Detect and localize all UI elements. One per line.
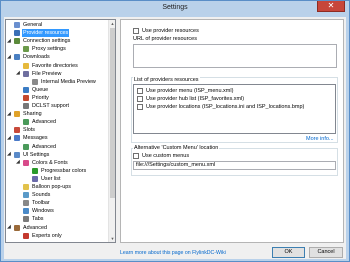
tree-item-label: Downloads — [23, 54, 50, 61]
connection-icon — [14, 38, 20, 45]
tree-item-label: Messages — [23, 135, 48, 142]
window-title: Settings — [162, 4, 188, 11]
scroll-up-icon[interactable]: ▲ — [109, 20, 115, 27]
custom-menu-path-input[interactable]: file:///Settings/custom_menu.xml — [133, 161, 336, 170]
tools-icon — [14, 224, 20, 231]
palette-icon — [23, 159, 29, 166]
provider-icon — [14, 30, 20, 37]
tree-expander-icon[interactable]: ◢ — [7, 225, 12, 230]
list-item: Use provider hub list (ISP_favorites.xml… — [146, 96, 245, 102]
download-icon — [14, 54, 20, 61]
general-icon — [14, 22, 20, 28]
tree-item-label: Windows — [32, 208, 54, 215]
tree-expander-icon[interactable]: ◢ — [16, 71, 21, 76]
priority-icon — [23, 94, 29, 101]
proxy-icon — [23, 46, 29, 53]
tree-item-label: Advanced — [32, 143, 56, 150]
ok-button[interactable]: OK — [272, 247, 305, 258]
tree-item-label: Advanced — [32, 119, 56, 126]
tree-expander-icon[interactable]: ◢ — [7, 135, 12, 141]
experts-icon — [23, 232, 29, 239]
queue-icon — [23, 86, 29, 93]
tree-item-label: Advanced — [23, 224, 47, 231]
tree-item-label: Internal Media Preview — [41, 78, 96, 85]
tree-item-label: Sounds — [32, 192, 51, 199]
providers-list[interactable]: Use provider menu (ISP_menu.xml) Use pro… — [133, 84, 336, 134]
slots-icon — [14, 127, 20, 134]
tree-expander-icon[interactable]: ◢ — [7, 111, 12, 117]
close-button[interactable]: ✕ — [317, 1, 345, 12]
advanced-icon — [23, 143, 29, 150]
userlist-icon — [32, 175, 38, 182]
sharing-icon — [14, 111, 20, 118]
sound-icon — [23, 192, 29, 199]
tree-item-label: Balloon pop-ups — [32, 184, 71, 190]
url-label: URL of provider resources — [133, 36, 197, 42]
folder-star-icon — [23, 62, 29, 69]
wiki-help-link[interactable]: Learn more about this page on FlylinkDC-… — [120, 250, 226, 256]
tree-item-label: Priority — [32, 94, 49, 101]
providers-group-label: List of providers resources — [133, 77, 200, 83]
title-bar[interactable]: Settings ✕ — [1, 1, 349, 17]
dialog-footer: Learn more about this page on FlylinkDC-… — [4, 245, 346, 259]
advanced-icon — [23, 119, 29, 126]
custom-menu-group-label: Alternative 'Custom Menu' location — [133, 145, 220, 151]
url-input[interactable] — [133, 44, 337, 68]
tree-expander-icon[interactable]: ◢ — [16, 160, 21, 165]
tree-item-label: Queue — [32, 86, 49, 93]
tree-item-label: Proxy settings — [32, 46, 66, 53]
tree-item-label: Tabs — [32, 216, 44, 223]
tree-item-label: DCLST support — [32, 103, 70, 109]
tree-item-label: User list — [41, 175, 61, 182]
list-item: Use provider menu (ISP_menu.xml) — [146, 88, 234, 94]
tree-expander-icon[interactable]: ◢ — [7, 54, 12, 60]
client-area: General Provider resources ◢ Connection set… — [4, 17, 346, 259]
use-provider-label: Use provider resources — [142, 28, 199, 34]
provider-menu-checkbox[interactable] — [137, 88, 143, 94]
use-custom-menus-label: Use custom menus — [142, 153, 190, 159]
scroll-thumb[interactable] — [110, 28, 115, 198]
media-icon — [32, 78, 38, 85]
more-info-link[interactable]: More info... — [306, 136, 334, 142]
provider-resources-panel: Use provider resources URL of provider r… — [120, 19, 344, 243]
tree-item-label: Colors & Fonts — [32, 159, 68, 166]
ui-icon — [14, 151, 20, 158]
provider-hublist-checkbox[interactable] — [137, 96, 143, 102]
tree-item-label: General — [23, 22, 43, 28]
tree-expander-icon[interactable]: ◢ — [7, 152, 12, 157]
tree-item-label: Toolbar — [32, 200, 50, 207]
windows-icon — [23, 208, 29, 215]
preview-icon — [23, 70, 29, 77]
tree-expander-icon[interactable]: ◢ — [7, 38, 12, 44]
settings-window: Settings ✕ General Provider resources ◢ Con… — [0, 0, 350, 262]
messages-icon — [14, 135, 20, 142]
balloon-icon — [23, 184, 29, 190]
tree-item-label: Favorite directories — [32, 62, 78, 69]
settings-tree[interactable]: General Provider resources ◢ Connection set… — [5, 19, 116, 243]
scroll-down-icon[interactable]: ▼ — [109, 235, 115, 242]
tree-item-label: Sharing — [23, 111, 42, 118]
tree-item-label: Progressbar colors — [41, 167, 87, 174]
use-custom-menus-checkbox[interactable] — [133, 153, 139, 159]
tree-scrollbar[interactable]: ▲ ▼ — [108, 20, 115, 242]
tree-item-label: Experts only — [32, 232, 62, 239]
tree-item-label: Connection settings — [23, 38, 71, 45]
toolbar-icon — [23, 200, 29, 207]
list-item: Use provider locations (ISP_locations.in… — [146, 104, 305, 110]
progressbar-icon — [32, 167, 38, 174]
dclst-icon — [23, 103, 29, 109]
tree-item-label: Provider resources — [22, 29, 70, 38]
cancel-button[interactable]: Cancel — [309, 247, 343, 258]
provider-locations-checkbox[interactable] — [137, 104, 143, 110]
use-provider-checkbox[interactable] — [133, 28, 139, 34]
tree-item-label: Slots — [23, 127, 35, 134]
tree-item-label: UI Settings — [23, 151, 50, 158]
tabs-icon — [23, 216, 29, 223]
tree-item-label: File Preview — [32, 70, 62, 77]
